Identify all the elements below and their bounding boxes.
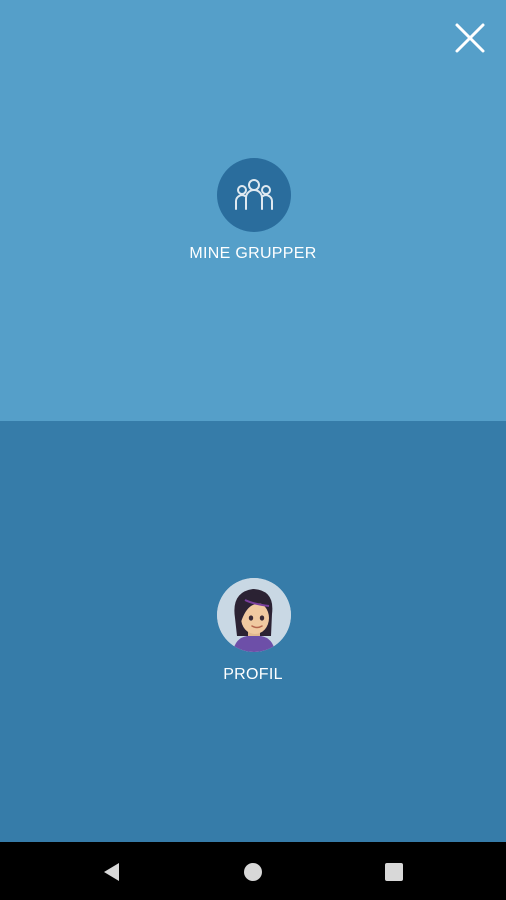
profile-avatar[interactable] <box>217 578 291 652</box>
recent-apps-square-icon[interactable] <box>383 861 405 883</box>
groups-icon-circle[interactable] <box>217 158 291 232</box>
android-nav-bar <box>0 842 506 900</box>
back-triangle-icon[interactable] <box>101 861 123 883</box>
profile-panel[interactable]: PROFIL <box>0 421 506 842</box>
home-circle-icon[interactable] <box>242 861 264 883</box>
close-icon[interactable] <box>454 22 486 54</box>
groups-panel[interactable]: MINE GRUPPER <box>0 0 506 421</box>
menu-screen: MINE GRUPPER PROFIL <box>0 0 506 900</box>
group-people-icon <box>235 179 273 210</box>
groups-label[interactable]: MINE GRUPPER <box>0 245 506 263</box>
profile-label[interactable]: PROFIL <box>0 666 506 684</box>
